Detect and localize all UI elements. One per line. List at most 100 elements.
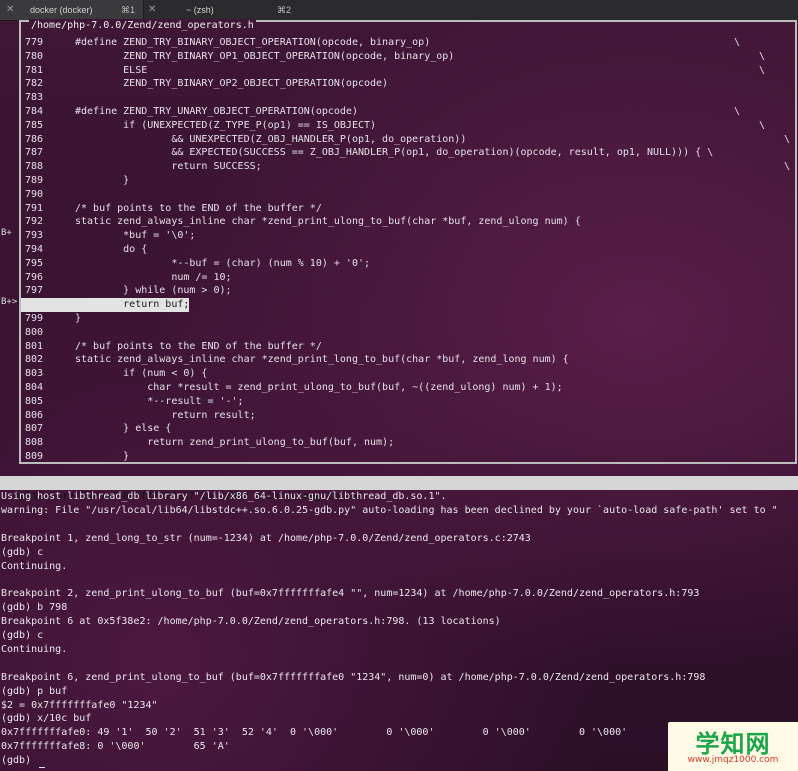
source-code: do { bbox=[75, 244, 148, 255]
source-code: /* buf points to the END of the buffer *… bbox=[75, 340, 322, 352]
console-line: (gdb) bbox=[1, 754, 46, 769]
line-number: 780 bbox=[25, 50, 44, 62]
source-line: 808 return zend_print_ulong_to_buf(buf, … bbox=[21, 436, 795, 450]
source-line: 786 && UNEXPECTED(Z_OBJ_HANDLER_P(op1, d… bbox=[21, 133, 795, 147]
line-number: 809 bbox=[25, 451, 44, 462]
line-continuation: \ bbox=[759, 50, 766, 62]
console-text: 0x7fffffffafe8: 0 '\000' 65 'A' bbox=[1, 741, 230, 753]
source-line: 785 if (UNEXPECTED(Z_TYPE_P(op1) == IS_O… bbox=[21, 119, 795, 133]
source-code: && UNEXPECTED(Z_OBJ_HANDLER_P(op1, do_op… bbox=[75, 133, 467, 145]
source-line: 806 return result; bbox=[21, 409, 795, 423]
source-line: 800 bbox=[21, 326, 795, 340]
tab-docker[interactable]: ✕ docker (docker) ⌘1 bbox=[0, 0, 143, 20]
source-line: 809 } bbox=[21, 450, 795, 464]
line-number: 792 bbox=[25, 216, 44, 228]
console-line: Breakpoint 1, zend_long_to_str (num=-123… bbox=[1, 532, 531, 546]
cursor bbox=[39, 767, 46, 769]
source-line: 794 do { bbox=[21, 243, 795, 257]
watermark-logo: 学知网 bbox=[695, 730, 771, 758]
console-text: Using host libthread_db library "/lib/x8… bbox=[1, 491, 447, 502]
console-line: Continuing. bbox=[1, 560, 67, 574]
line-continuation: \ bbox=[784, 161, 791, 173]
source-line: 792 static zend_always_inline char *zend_… bbox=[21, 215, 795, 229]
line-number: 800 bbox=[25, 326, 44, 338]
line-number: 779 bbox=[25, 37, 44, 48]
source-line: 789 } bbox=[21, 174, 795, 188]
source-code: return SUCCESS; bbox=[75, 161, 262, 173]
console-text: (gdb) bbox=[1, 755, 38, 767]
line-number: 788 bbox=[25, 161, 44, 173]
source-code: if (UNEXPECTED(Z_TYPE_P(op1) == IS_OBJEC… bbox=[75, 119, 377, 131]
source-line: 782 ZEND_TRY_BINARY_OP2_OBJECT_OPERATION… bbox=[21, 77, 795, 91]
source-line: 790 bbox=[21, 188, 795, 202]
source-code: static zend_always_inline char *zend_pri… bbox=[75, 216, 581, 228]
watermark-url: www.jmqz1000.com bbox=[687, 755, 779, 765]
tab-zsh[interactable]: ✕ ~ (zsh) ⌘2 bbox=[143, 0, 299, 20]
line-number: 807 bbox=[25, 423, 44, 435]
source-line: 793 *buf = '\0'; bbox=[21, 229, 795, 243]
console-line: warning: File "/usr/local/lib64/libstdc+… bbox=[1, 504, 778, 518]
console-text: (gdb) c bbox=[1, 630, 44, 641]
line-continuation: \ bbox=[759, 119, 766, 131]
console-line: (gdb) b 798 bbox=[1, 601, 67, 615]
line-number: 802 bbox=[25, 354, 44, 366]
line-number: 785 bbox=[25, 119, 44, 131]
tab-bar: ✕ docker (docker) ⌘1 ✕ ~ (zsh) ⌘2 bbox=[0, 0, 798, 21]
breakpoint-marker[interactable]: B+> bbox=[1, 296, 17, 310]
source-code: return zend_print_ulong_to_buf(buf, num)… bbox=[75, 437, 395, 449]
source-code: /* buf points to the END of the buffer *… bbox=[75, 202, 322, 214]
source-code: *--buf = (char) (num % 10) + '0'; bbox=[75, 257, 371, 269]
tab-shortcut: ⌘1 bbox=[120, 5, 135, 15]
source-code: *buf = '\0'; bbox=[75, 230, 196, 242]
breakpoint-marker[interactable]: B+ bbox=[1, 227, 12, 241]
close-icon[interactable]: ✕ bbox=[6, 0, 14, 20]
source-window[interactable]: /home/php-7.0.0/Zend/zend_operators.h 77… bbox=[19, 19, 797, 464]
source-code: } bbox=[75, 313, 82, 324]
source-line: 797 } while (num > 0); bbox=[21, 284, 795, 298]
line-number: 806 bbox=[25, 409, 44, 421]
line-number: 805 bbox=[25, 395, 44, 407]
line-number: 782 bbox=[25, 78, 44, 90]
tab-title: ~ (zsh) bbox=[186, 5, 214, 15]
source-code: num /= 10; bbox=[75, 271, 232, 283]
line-continuation: \ bbox=[734, 106, 741, 117]
line-number: 781 bbox=[25, 64, 44, 76]
console-line: Breakpoint 6 at 0x5f38e2: /home/php-7.0.… bbox=[1, 615, 501, 629]
console-text: Breakpoint 6 at 0x5f38e2: /home/php-7.0.… bbox=[1, 616, 501, 628]
source-code: ELSE bbox=[75, 64, 148, 76]
source-code: char *result = zend_print_ulong_to_buf(b… bbox=[75, 382, 563, 393]
source-line: 804 char *result = zend_print_ulong_to_b… bbox=[21, 381, 795, 395]
console-line: Breakpoint 2, zend_print_ulong_to_buf (b… bbox=[1, 587, 699, 601]
source-line: 795 *--buf = (char) (num % 10) + '0'; bbox=[21, 257, 795, 271]
watermark: 学知网 www.jmqz1000.com bbox=[668, 722, 798, 771]
line-number: 787 bbox=[25, 147, 44, 159]
line-number: 799 bbox=[25, 313, 44, 324]
console-text: Breakpoint 6, zend_print_ulong_to_buf (b… bbox=[1, 671, 706, 683]
source-line: 788 return SUCCESS; \ bbox=[21, 160, 795, 174]
line-number: 793 bbox=[25, 230, 44, 242]
source-line: 784 #define ZEND_TRY_UNARY_OBJECT_OPERATI… bbox=[21, 105, 795, 119]
console-text: (gdb) p buf bbox=[1, 685, 68, 697]
console-line: 0x7fffffffafe0: 49 '1' 50 '2' 51 '3' 52 … bbox=[1, 726, 627, 740]
console-text: (gdb) c bbox=[1, 546, 44, 558]
line-number: 795 bbox=[25, 257, 44, 269]
source-line: 783 bbox=[21, 91, 795, 105]
source-code: return result; bbox=[75, 409, 256, 421]
source-code: ZEND_TRY_BINARY_OP2_OBJECT_OPERATION(opc… bbox=[75, 78, 389, 90]
console-line: (gdb) p buf bbox=[1, 685, 67, 699]
close-icon[interactable]: ✕ bbox=[148, 0, 156, 20]
console-text: (gdb) x/10c buf bbox=[1, 713, 92, 725]
source-code: } bbox=[75, 451, 130, 462]
source-line: 807 } else { bbox=[21, 422, 795, 436]
console-text: Continuing. bbox=[1, 560, 68, 572]
line-continuation: \ bbox=[784, 133, 791, 145]
source-file-title: /home/php-7.0.0/Zend/zend_operators.h bbox=[29, 19, 256, 32]
source-code: return buf; bbox=[21, 298, 190, 312]
source-line: 805 *--result = '-'; bbox=[21, 395, 795, 409]
source-line: 799} bbox=[21, 312, 795, 326]
source-code: *--result = '-'; bbox=[75, 395, 244, 407]
line-number: 794 bbox=[25, 244, 44, 255]
line-number: 786 bbox=[25, 133, 44, 145]
line-continuation: \ bbox=[734, 37, 741, 48]
source-line: 791 /* buf points to the END of the buffe… bbox=[21, 202, 795, 216]
